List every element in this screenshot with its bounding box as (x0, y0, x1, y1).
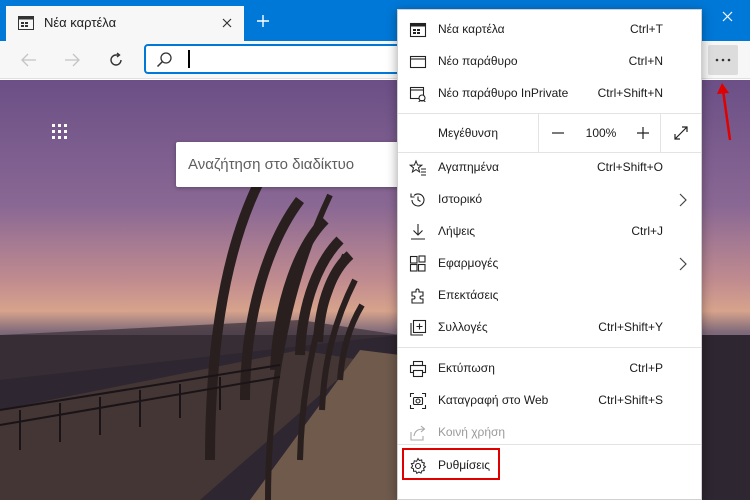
search-icon (156, 52, 172, 68)
shortcut-label: Ctrl+J (631, 224, 663, 238)
chevron-right-icon (679, 193, 687, 207)
close-icon (722, 11, 732, 22)
close-tab-icon[interactable] (214, 10, 240, 36)
favorites-star-icon (409, 159, 426, 176)
tab-title: Νέα καρτέλα (44, 15, 117, 30)
shortcut-label: Ctrl+N (628, 54, 663, 68)
new-tab-icon (409, 22, 427, 38)
menu-item-label: Εφαρμογές (438, 256, 499, 270)
refresh-button[interactable] (101, 45, 131, 75)
menu-item-label: Κοινή χρήση (438, 425, 506, 439)
new-tab-button[interactable] (250, 8, 276, 34)
zoom-label: Μεγέθυνση (438, 126, 499, 140)
zoom-out-button[interactable] (538, 114, 576, 152)
shortcut-label: Ctrl+Shift+N (597, 86, 663, 100)
menu-item-label: Ιστορικό (438, 192, 483, 206)
settings-and-more-menu: Νέα καρτέλα Ctrl+T Νέο παράθυρο Ctrl+N Ν… (397, 9, 702, 500)
text-cursor (188, 50, 190, 68)
web-capture-icon (409, 392, 427, 410)
menu-item-new-inprivate-window[interactable]: Νέο παράθυρο InPrivate Ctrl+Shift+N (398, 78, 701, 110)
settings-highlight-box (402, 448, 500, 480)
menu-item-new-tab[interactable]: Νέα καρτέλα Ctrl+T (398, 14, 701, 46)
download-icon (411, 224, 425, 240)
menu-divider (398, 444, 701, 445)
inprivate-window-icon (409, 86, 426, 103)
fullscreen-icon (674, 126, 688, 140)
menu-item-label: Νέο παράθυρο (438, 54, 518, 68)
menu-item-favorites[interactable]: Αγαπημένα Ctrl+Shift+O (398, 152, 701, 184)
new-tab-page-icon (18, 16, 34, 30)
menu-item-label: Επεκτάσεις (438, 288, 499, 302)
menu-item-history[interactable]: Ιστορικό (398, 184, 701, 216)
zoom-row: Μεγέθυνση 100% (398, 114, 701, 152)
menu-item-label: Εκτύπωση (438, 361, 495, 375)
menu-item-extensions[interactable]: Επεκτάσεις (398, 280, 701, 312)
menu-item-label: Λήψεις (438, 224, 476, 238)
shortcut-label: Ctrl+Shift+Y (598, 320, 663, 334)
menu-item-apps[interactable]: Εφαρμογές (398, 248, 701, 280)
menu-item-print[interactable]: Εκτύπωση Ctrl+P (398, 353, 701, 385)
collections-icon (410, 319, 427, 336)
fullscreen-button[interactable] (660, 114, 701, 152)
plus-icon (637, 127, 649, 139)
back-button[interactable] (14, 45, 44, 75)
shortcut-label: Ctrl+P (629, 361, 663, 375)
window-close-button[interactable] (704, 0, 750, 33)
minus-icon (551, 132, 564, 134)
settings-and-more-button[interactable] (708, 45, 738, 75)
menu-item-collections[interactable]: Συλλογές Ctrl+Shift+Y (398, 312, 701, 344)
more-dots-icon (715, 58, 731, 62)
annotation-arrow-icon (717, 83, 732, 141)
chevron-right-icon (679, 257, 687, 271)
shortcut-label: Ctrl+Shift+S (598, 393, 663, 407)
history-icon (410, 193, 425, 207)
menu-divider (398, 347, 701, 348)
web-search-input[interactable]: Αναζήτηση στο διαδίκτυο (176, 142, 406, 187)
menu-item-downloads[interactable]: Λήψεις Ctrl+J (398, 216, 701, 248)
menu-item-new-window[interactable]: Νέο παράθυρο Ctrl+N (398, 46, 701, 78)
puzzle-extensions-icon (411, 288, 424, 304)
refresh-icon (110, 52, 122, 66)
printer-icon (409, 360, 427, 378)
zoom-in-button[interactable] (626, 114, 660, 152)
shortcut-label: Ctrl+Shift+O (596, 160, 663, 174)
forward-arrow-icon (65, 53, 80, 67)
zoom-value: 100% (585, 126, 617, 140)
back-arrow-icon (21, 53, 36, 67)
tab-new-tab[interactable]: Νέα καρτέλα (6, 6, 244, 41)
apps-icon (409, 255, 426, 272)
menu-item-label: Συλλογές (438, 320, 488, 334)
menu-item-label: Καταγραφή στο Web (438, 393, 549, 407)
apps-grid-icon[interactable] (52, 124, 68, 140)
menu-item-label: Νέα καρτέλα (438, 22, 505, 36)
menu-item-label: Νέο παράθυρο InPrivate (438, 86, 569, 100)
search-placeholder: Αναζήτηση στο διαδίκτυο (188, 156, 355, 173)
shortcut-label: Ctrl+T (630, 22, 663, 36)
address-bar[interactable] (144, 44, 406, 74)
share-icon (410, 425, 426, 441)
menu-item-label: Αγαπημένα (438, 160, 499, 174)
forward-button[interactable] (57, 45, 87, 75)
menu-item-web-capture[interactable]: Καταγραφή στο Web Ctrl+Shift+S (398, 385, 701, 417)
new-window-icon (409, 55, 427, 69)
plus-icon (257, 15, 269, 27)
